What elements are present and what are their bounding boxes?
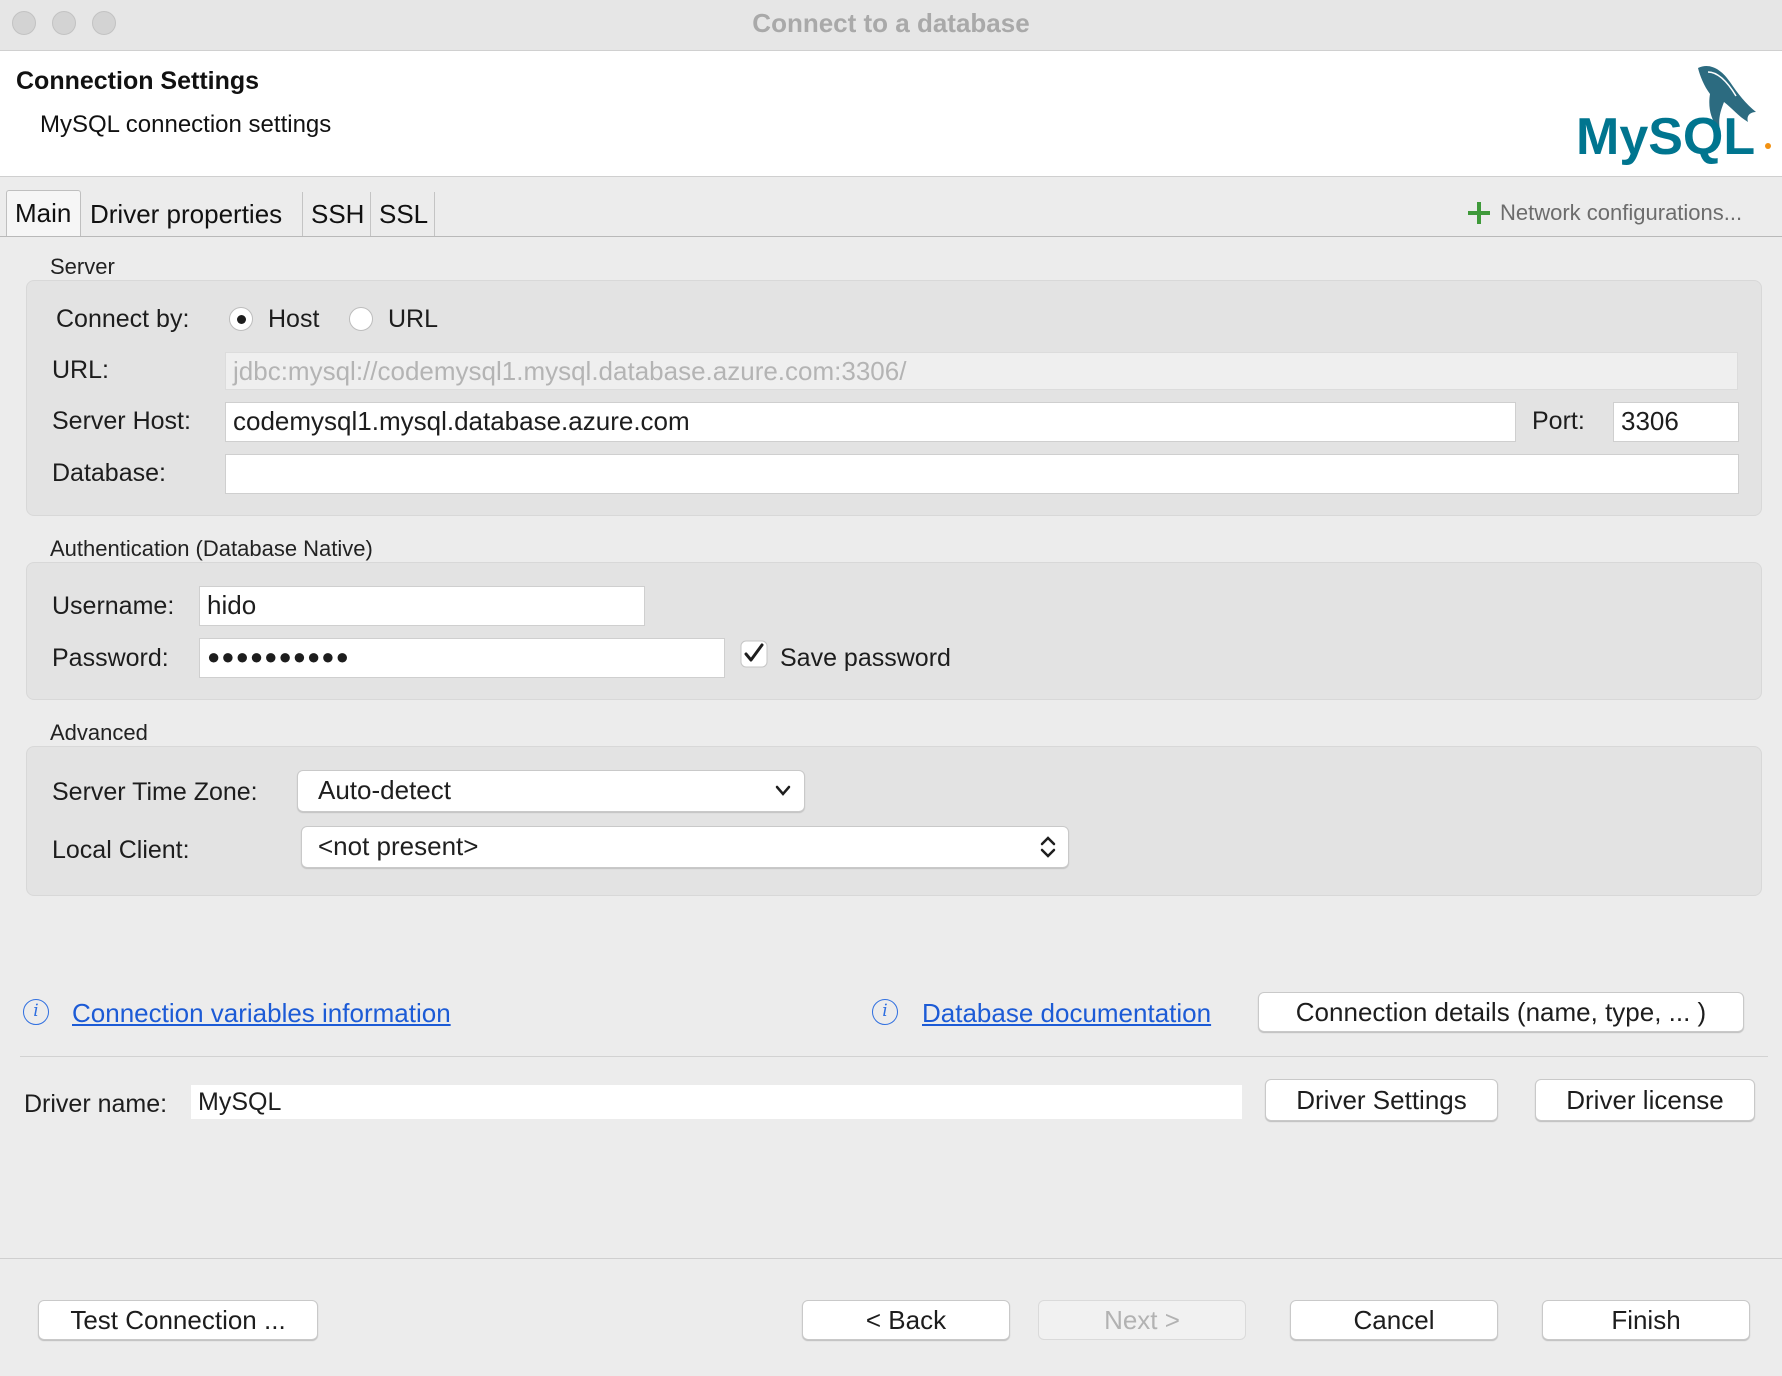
local-client-select[interactable]: <not present>	[301, 826, 1069, 868]
mysql-logo: MySQL	[1576, 65, 1771, 166]
tab-ssh[interactable]: SSH	[303, 192, 371, 236]
chevron-up-down-icon[interactable]	[1036, 832, 1060, 862]
auth-group-label: Authentication (Database Native)	[50, 536, 373, 561]
next-button: Next >	[1038, 1300, 1246, 1340]
advanced-group-label: Advanced	[50, 720, 148, 745]
tab-main[interactable]: Main	[6, 190, 81, 236]
plus-icon[interactable]	[1466, 200, 1492, 226]
chevron-down-icon[interactable]	[768, 777, 798, 805]
network-configurations-link[interactable]: Network configurations...	[1500, 200, 1742, 226]
test-connection-button[interactable]: Test Connection ...	[38, 1300, 318, 1340]
database-label: Database:	[52, 459, 166, 487]
window-title: Connect to a database	[752, 8, 1030, 38]
mysql-logo-text: MySQL	[1576, 108, 1755, 166]
radio-host[interactable]	[229, 307, 253, 331]
page-subtitle: MySQL connection settings	[40, 111, 332, 138]
driver-license-button[interactable]: Driver license	[1535, 1079, 1755, 1121]
driver-settings-button[interactable]: Driver Settings	[1265, 1079, 1498, 1121]
username-label: Username:	[52, 592, 175, 620]
radio-host-label[interactable]: Host	[268, 305, 319, 334]
server-host-label: Server Host:	[52, 407, 191, 435]
url-label: URL:	[52, 356, 109, 384]
page-title: Connection Settings	[16, 67, 260, 95]
info-icon: i	[23, 999, 49, 1025]
radio-url[interactable]	[349, 307, 373, 331]
connect-by-label: Connect by:	[56, 305, 190, 333]
connection-details-button[interactable]: Connection details (name, type, ... )	[1258, 992, 1744, 1032]
radio-url-label[interactable]: URL	[388, 305, 438, 334]
auth-group	[26, 562, 1762, 700]
password-field[interactable]: ●●●●●●●●●●	[199, 638, 725, 678]
server-host-field[interactable]: codemysql1.mysql.database.azure.com	[225, 402, 1516, 442]
cancel-button[interactable]: Cancel	[1290, 1300, 1498, 1340]
footer-divider	[0, 1258, 1782, 1259]
server-timezone-value: Auto-detect	[318, 775, 451, 805]
server-group-label: Server	[50, 254, 115, 279]
finish-button[interactable]: Finish	[1542, 1300, 1750, 1340]
driver-name-label: Driver name:	[24, 1090, 168, 1118]
database-field[interactable]	[225, 454, 1739, 494]
database-documentation-link[interactable]: Database documentation	[922, 998, 1211, 1029]
url-field: jdbc:mysql://codemysql1.mysql.database.a…	[225, 352, 1738, 390]
info-icon: i	[872, 999, 898, 1025]
tab-strip-divider	[0, 236, 1782, 237]
tab-driver-properties[interactable]: Driver properties	[82, 192, 303, 236]
username-field[interactable]: hido	[199, 586, 645, 626]
port-field[interactable]: 3306	[1613, 402, 1739, 442]
server-timezone-label: Server Time Zone:	[52, 778, 258, 806]
password-label: Password:	[52, 644, 169, 672]
connection-variables-link[interactable]: Connection variables information	[72, 998, 451, 1029]
port-label: Port:	[1532, 407, 1585, 435]
driver-name-field: MySQL	[191, 1085, 1242, 1119]
advanced-group	[26, 746, 1762, 896]
save-password-checkbox[interactable]	[740, 640, 768, 668]
local-client-value: <not present>	[318, 831, 479, 861]
back-button[interactable]: < Back	[802, 1300, 1010, 1340]
tab-ssl[interactable]: SSL	[371, 192, 435, 236]
save-password-label[interactable]: Save password	[780, 644, 951, 673]
local-client-label: Local Client:	[52, 836, 190, 864]
divider	[20, 1056, 1768, 1057]
server-timezone-select[interactable]: Auto-detect	[297, 770, 805, 812]
